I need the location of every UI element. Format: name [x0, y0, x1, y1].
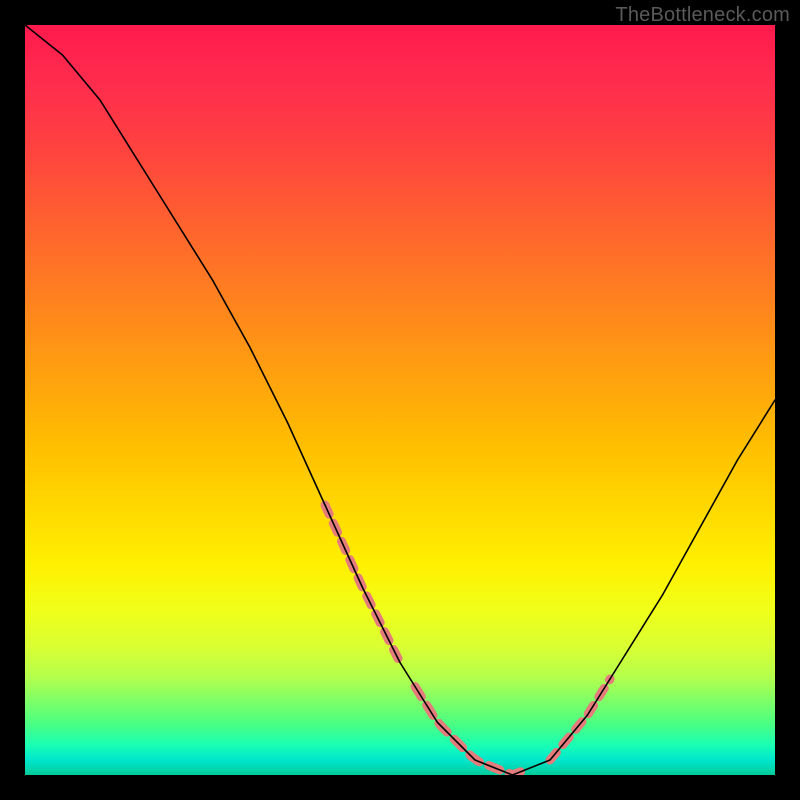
highlight-right [550, 679, 610, 760]
plot-area [25, 25, 775, 775]
curve-svg [25, 25, 775, 775]
highlight-bottom [415, 687, 528, 775]
highlight-group [325, 505, 610, 775]
watermark-text: TheBottleneck.com [615, 4, 790, 27]
chart-frame: TheBottleneck.com [0, 0, 800, 800]
bottleneck-curve [25, 25, 775, 775]
